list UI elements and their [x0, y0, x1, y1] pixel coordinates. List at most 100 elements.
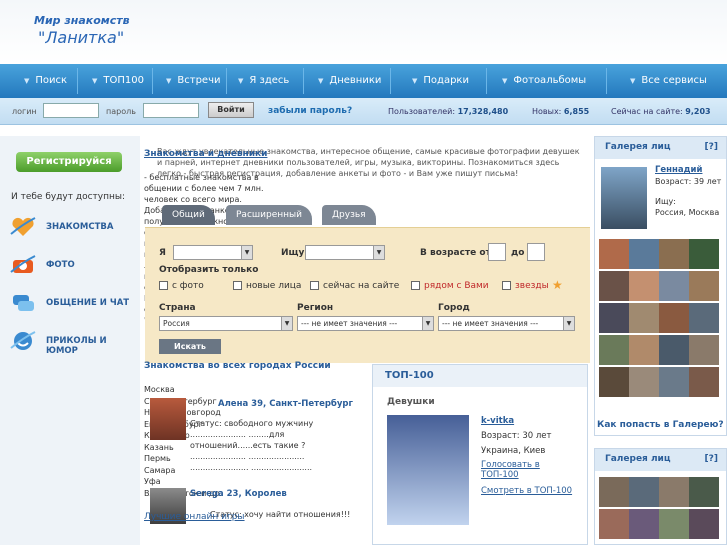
stars-checkbox[interactable] — [502, 281, 511, 290]
gallery-thumb[interactable] — [599, 303, 629, 333]
gallery-box: Галерея лиц [?] Геннадий Возраст: 39 лет … — [594, 136, 727, 436]
gallery-thumb[interactable] — [629, 239, 659, 269]
gallery-thumb[interactable] — [689, 335, 719, 365]
gallery-thumb[interactable] — [599, 509, 629, 539]
gallery-thumb[interactable] — [689, 367, 719, 397]
gallery-thumb[interactable] — [659, 303, 689, 333]
gallery-thumb[interactable] — [689, 239, 719, 269]
gallery-thumb[interactable] — [599, 271, 629, 301]
user-city: Королев — [244, 489, 287, 499]
gallery-howto-link[interactable]: Как попасть в Галерею? — [597, 420, 724, 430]
gallery-thumb[interactable] — [659, 335, 689, 365]
help-link[interactable]: [?] — [705, 454, 718, 464]
section-title-dating[interactable]: Знакомства и дневники — [144, 149, 267, 159]
top-name[interactable]: k-vitka — [481, 416, 514, 426]
view-link[interactable]: Смотреть в ТОП-100 — [481, 486, 572, 496]
chevron-down-icon: ▼ — [563, 317, 574, 330]
nav-meetings[interactable]: ▼ Встречи — [154, 64, 234, 98]
camera-icon — [10, 255, 36, 273]
vote-link[interactable]: Голосовать в ТОП-100 — [481, 460, 573, 480]
login-bar: логин пароль Войти забыли пароль? Пользо… — [0, 98, 727, 125]
gallery-thumb[interactable] — [629, 367, 659, 397]
gallery-thumb[interactable] — [599, 239, 629, 269]
gallery-title[interactable]: Галерея лиц [?] — [595, 449, 726, 471]
gallery-thumb[interactable] — [689, 509, 719, 539]
nav-separator — [152, 68, 153, 94]
gallery-thumb[interactable] — [599, 477, 629, 507]
gallery-thumb[interactable] — [689, 303, 719, 333]
city-select[interactable]: --- не имеет значения --- ▼ — [438, 316, 575, 331]
login-button[interactable]: Войти — [208, 102, 254, 118]
city-link[interactable]: Уфа — [144, 476, 222, 488]
gallery-thumb[interactable] — [599, 335, 629, 365]
password-input[interactable] — [143, 103, 199, 118]
nav-all-services[interactable]: ▼ Все сервисы — [618, 64, 724, 98]
tab-friends[interactable]: Друзья — [322, 205, 376, 225]
user-photo[interactable] — [150, 398, 186, 440]
person-name[interactable]: Геннадий — [655, 165, 702, 175]
login-input[interactable] — [43, 103, 99, 118]
country-select[interactable]: Россия ▼ — [159, 316, 293, 331]
logo-line2[interactable]: "Ланитка" — [38, 28, 124, 47]
feature-photo[interactable]: ФОТО — [8, 252, 138, 278]
top-location: Украина, Киев — [481, 446, 546, 456]
gallery-thumb[interactable] — [659, 509, 689, 539]
top100-title[interactable]: ТОП-100 — [373, 365, 587, 387]
chevron-down-icon: ▼ — [502, 77, 508, 85]
help-link[interactable]: [?] — [705, 142, 718, 152]
gallery-title[interactable]: Галерея лиц [?] — [595, 137, 726, 159]
gallery-thumb[interactable] — [599, 367, 629, 397]
available-text: И тебе будут доступны: — [11, 192, 126, 202]
gallery-thumb[interactable] — [629, 271, 659, 301]
gallery-thumb[interactable] — [629, 303, 659, 333]
nav-diaries[interactable]: ▼ Дневники — [306, 64, 396, 98]
nav-gifts[interactable]: ▼ Подарки — [400, 64, 480, 98]
near-checkbox[interactable] — [411, 281, 420, 290]
person-photo[interactable] — [601, 167, 647, 229]
feature-humor[interactable]: ПРИКОЛЫ И ЮМОР — [8, 328, 138, 356]
gender-select[interactable]: ▼ — [173, 245, 253, 260]
users-count: Пользователей: 17,328,480 — [388, 107, 509, 116]
gallery-thumb[interactable] — [629, 509, 659, 539]
logo-line1[interactable]: Мир знакомств — [34, 14, 130, 27]
search-button[interactable]: Искать — [159, 339, 221, 354]
gallery-thumb[interactable] — [659, 477, 689, 507]
nav-here[interactable]: ▼ Я здесь — [226, 64, 306, 98]
feature-chat[interactable]: ОБЩЕНИЕ И ЧАТ — [8, 290, 138, 316]
gallery-thumb[interactable] — [659, 239, 689, 269]
user-name[interactable]: Serega 23, Королев — [190, 489, 287, 499]
new-count: Новых: 6,855 — [532, 107, 590, 116]
seek-select[interactable]: ▼ — [305, 245, 385, 260]
star-icon: ★ — [552, 278, 563, 292]
nav-top100[interactable]: ▼ ТОП100 — [80, 64, 150, 98]
games-link[interactable]: Лучшие онлайн игры — [144, 512, 245, 522]
nav-albums[interactable]: ▼ Фотоальбомы — [490, 64, 600, 98]
gallery-thumb[interactable] — [659, 271, 689, 301]
register-button[interactable]: Регистрируйся — [16, 152, 122, 172]
cities-title[interactable]: Знакомства во всех городах России — [144, 361, 331, 371]
gallery-thumb[interactable] — [629, 335, 659, 365]
tab-general[interactable]: Общий — [162, 205, 215, 225]
password-label: пароль — [106, 107, 136, 116]
age-from-input[interactable] — [488, 243, 506, 261]
city-link[interactable]: Москва — [144, 384, 222, 396]
region-select[interactable]: --- не имеет значения --- ▼ — [297, 316, 434, 331]
gallery-thumb[interactable] — [689, 477, 719, 507]
age-to-input[interactable] — [527, 243, 545, 261]
new-faces-checkbox[interactable] — [233, 281, 242, 290]
online-checkbox[interactable] — [310, 281, 319, 290]
top-photo[interactable] — [387, 415, 469, 525]
user-status: Статус: свободного мужчину .............… — [190, 419, 314, 472]
nav-separator — [390, 68, 391, 94]
gallery-box-2: Галерея лиц [?] — [594, 448, 727, 545]
user-name[interactable]: Алена 39, Санкт-Петербург — [218, 399, 353, 409]
gallery-thumb[interactable] — [689, 271, 719, 301]
main-nav: ▼ Поиск ▼ ТОП100 ▼ Встречи ▼ Я здесь ▼ Дневни… — [0, 64, 727, 98]
photo-checkbox[interactable] — [159, 281, 168, 290]
forgot-password-link[interactable]: забыли пароль? — [268, 106, 352, 116]
nav-search[interactable]: ▼ Поиск — [12, 64, 90, 98]
gallery-thumb[interactable] — [659, 367, 689, 397]
gallery-thumb[interactable] — [629, 477, 659, 507]
feature-dating[interactable]: ЗНАКОМСТВА — [8, 214, 138, 240]
tab-advanced[interactable]: Расширенный — [226, 205, 312, 225]
